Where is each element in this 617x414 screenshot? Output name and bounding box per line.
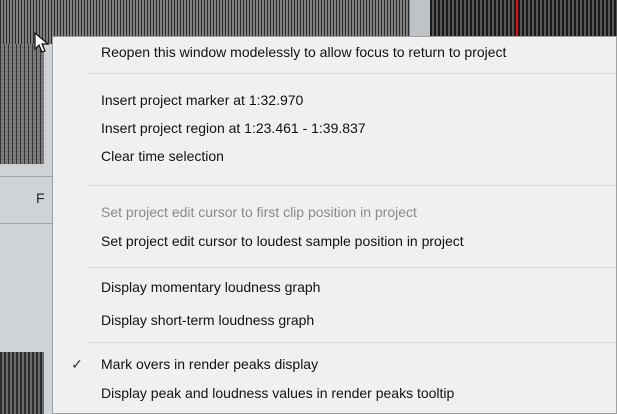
menu-item-insert-marker[interactable]: Insert project marker at 1:32.970 bbox=[53, 87, 616, 113]
menu-item-label: Insert project region at 1:23.461 - 1:39… bbox=[101, 120, 366, 136]
left-divider-2 bbox=[0, 223, 52, 224]
menu-item-label: Reopen this window modelessly to allow f… bbox=[101, 44, 507, 60]
menu-item-label: Insert project marker at 1:32.970 bbox=[101, 92, 304, 108]
menu-item-reopen-modeless[interactable]: Reopen this window modelessly to allow f… bbox=[53, 39, 616, 65]
menu-item-insert-region[interactable]: Insert project region at 1:23.461 - 1:39… bbox=[53, 115, 616, 141]
menu-separator bbox=[89, 267, 616, 268]
menu-item-mark-overs[interactable]: ✓ Mark overs in render peaks display bbox=[53, 351, 616, 377]
checkmark-icon: ✓ bbox=[71, 355, 83, 372]
menu-separator bbox=[89, 73, 616, 74]
menu-separator bbox=[89, 342, 616, 343]
left-divider bbox=[0, 176, 52, 177]
menu-item-label: Set project edit cursor to loudest sampl… bbox=[101, 233, 464, 249]
menu-item-edit-cursor-loudest-sample[interactable]: Set project edit cursor to loudest sampl… bbox=[53, 228, 616, 254]
track-label: F bbox=[36, 190, 45, 206]
mouse-pointer-icon bbox=[34, 32, 50, 53]
menu-item-clear-time-selection[interactable]: Clear time selection bbox=[53, 143, 616, 169]
menu-item-edit-cursor-first-clip: Set project edit cursor to first clip po… bbox=[53, 199, 616, 225]
left-waveform bbox=[0, 44, 44, 164]
left-lower-waveform bbox=[0, 352, 44, 414]
context-menu: Reopen this window modelessly to allow f… bbox=[52, 36, 617, 414]
menu-item-label: Clear time selection bbox=[101, 148, 224, 164]
menu-item-short-term-loudness-graph[interactable]: Display short-term loudness graph bbox=[53, 307, 616, 333]
menu-item-momentary-loudness-graph[interactable]: Display momentary loudness graph bbox=[53, 274, 616, 300]
daw-window: F Reopen this window modelessly to allow… bbox=[0, 0, 617, 414]
menu-separator bbox=[89, 185, 616, 186]
menu-item-label: Display short-term loudness graph bbox=[101, 312, 315, 328]
menu-item-label: Display momentary loudness graph bbox=[101, 279, 321, 295]
menu-item-label: Set project edit cursor to first clip po… bbox=[101, 204, 417, 220]
menu-item-label: Display peak and loudness values in rend… bbox=[101, 385, 455, 401]
menu-item-label: Mark overs in render peaks display bbox=[101, 356, 319, 372]
menu-item-peak-loudness-tooltip[interactable]: Display peak and loudness values in rend… bbox=[53, 380, 616, 406]
